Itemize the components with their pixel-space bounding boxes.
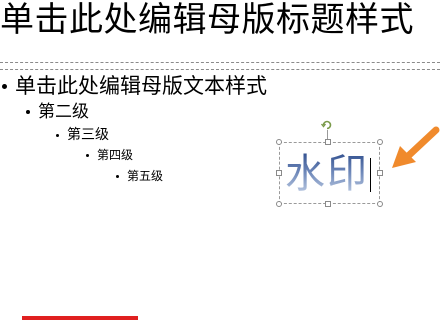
text-level-2-label: 第二级 xyxy=(38,102,89,122)
master-title-placeholder[interactable]: 单击此处编辑母版标题样式 xyxy=(0,0,414,40)
slide-master-canvas[interactable]: 单击此处编辑母版标题样式 单击此处编辑母版文本样式 第二级 第三级 第四级 第五… xyxy=(0,0,440,320)
text-level-5-label: 第五级 xyxy=(127,169,164,183)
bullet-icon xyxy=(116,175,119,178)
watermark-text[interactable]: 水印 xyxy=(285,150,369,198)
text-level-3[interactable]: 第三级 xyxy=(56,127,109,144)
orange-pointer-arrow-icon xyxy=(392,126,440,168)
text-level-2[interactable]: 第二级 xyxy=(26,102,89,122)
resize-handle-bottom-left[interactable] xyxy=(276,201,282,207)
resize-handle-top[interactable] xyxy=(325,139,331,145)
text-level-5[interactable]: 第五级 xyxy=(116,169,163,184)
resize-handle-top-left[interactable] xyxy=(276,139,282,145)
resize-handle-bottom-right[interactable] xyxy=(377,201,383,207)
bullet-icon xyxy=(2,83,7,89)
resize-handle-bottom[interactable] xyxy=(325,201,331,207)
bullet-icon xyxy=(56,134,59,137)
rotate-handle-icon[interactable] xyxy=(320,118,334,132)
text-level-4[interactable]: 第四级 xyxy=(86,148,133,163)
resize-handle-left[interactable] xyxy=(276,170,282,176)
resize-handle-top-right[interactable] xyxy=(377,139,383,145)
text-level-1-label: 单击此处编辑母版文本样式 xyxy=(15,74,267,98)
text-level-4-label: 第四级 xyxy=(97,148,134,162)
bullet-icon xyxy=(86,154,89,157)
text-level-3-label: 第三级 xyxy=(67,127,109,143)
text-caret xyxy=(370,158,371,192)
resize-handle-right[interactable] xyxy=(377,170,383,176)
text-level-1[interactable]: 单击此处编辑母版文本样式 xyxy=(2,74,267,98)
red-accent-bar xyxy=(22,316,138,320)
title-placeholder-border xyxy=(0,62,440,70)
bullet-icon xyxy=(26,110,30,114)
